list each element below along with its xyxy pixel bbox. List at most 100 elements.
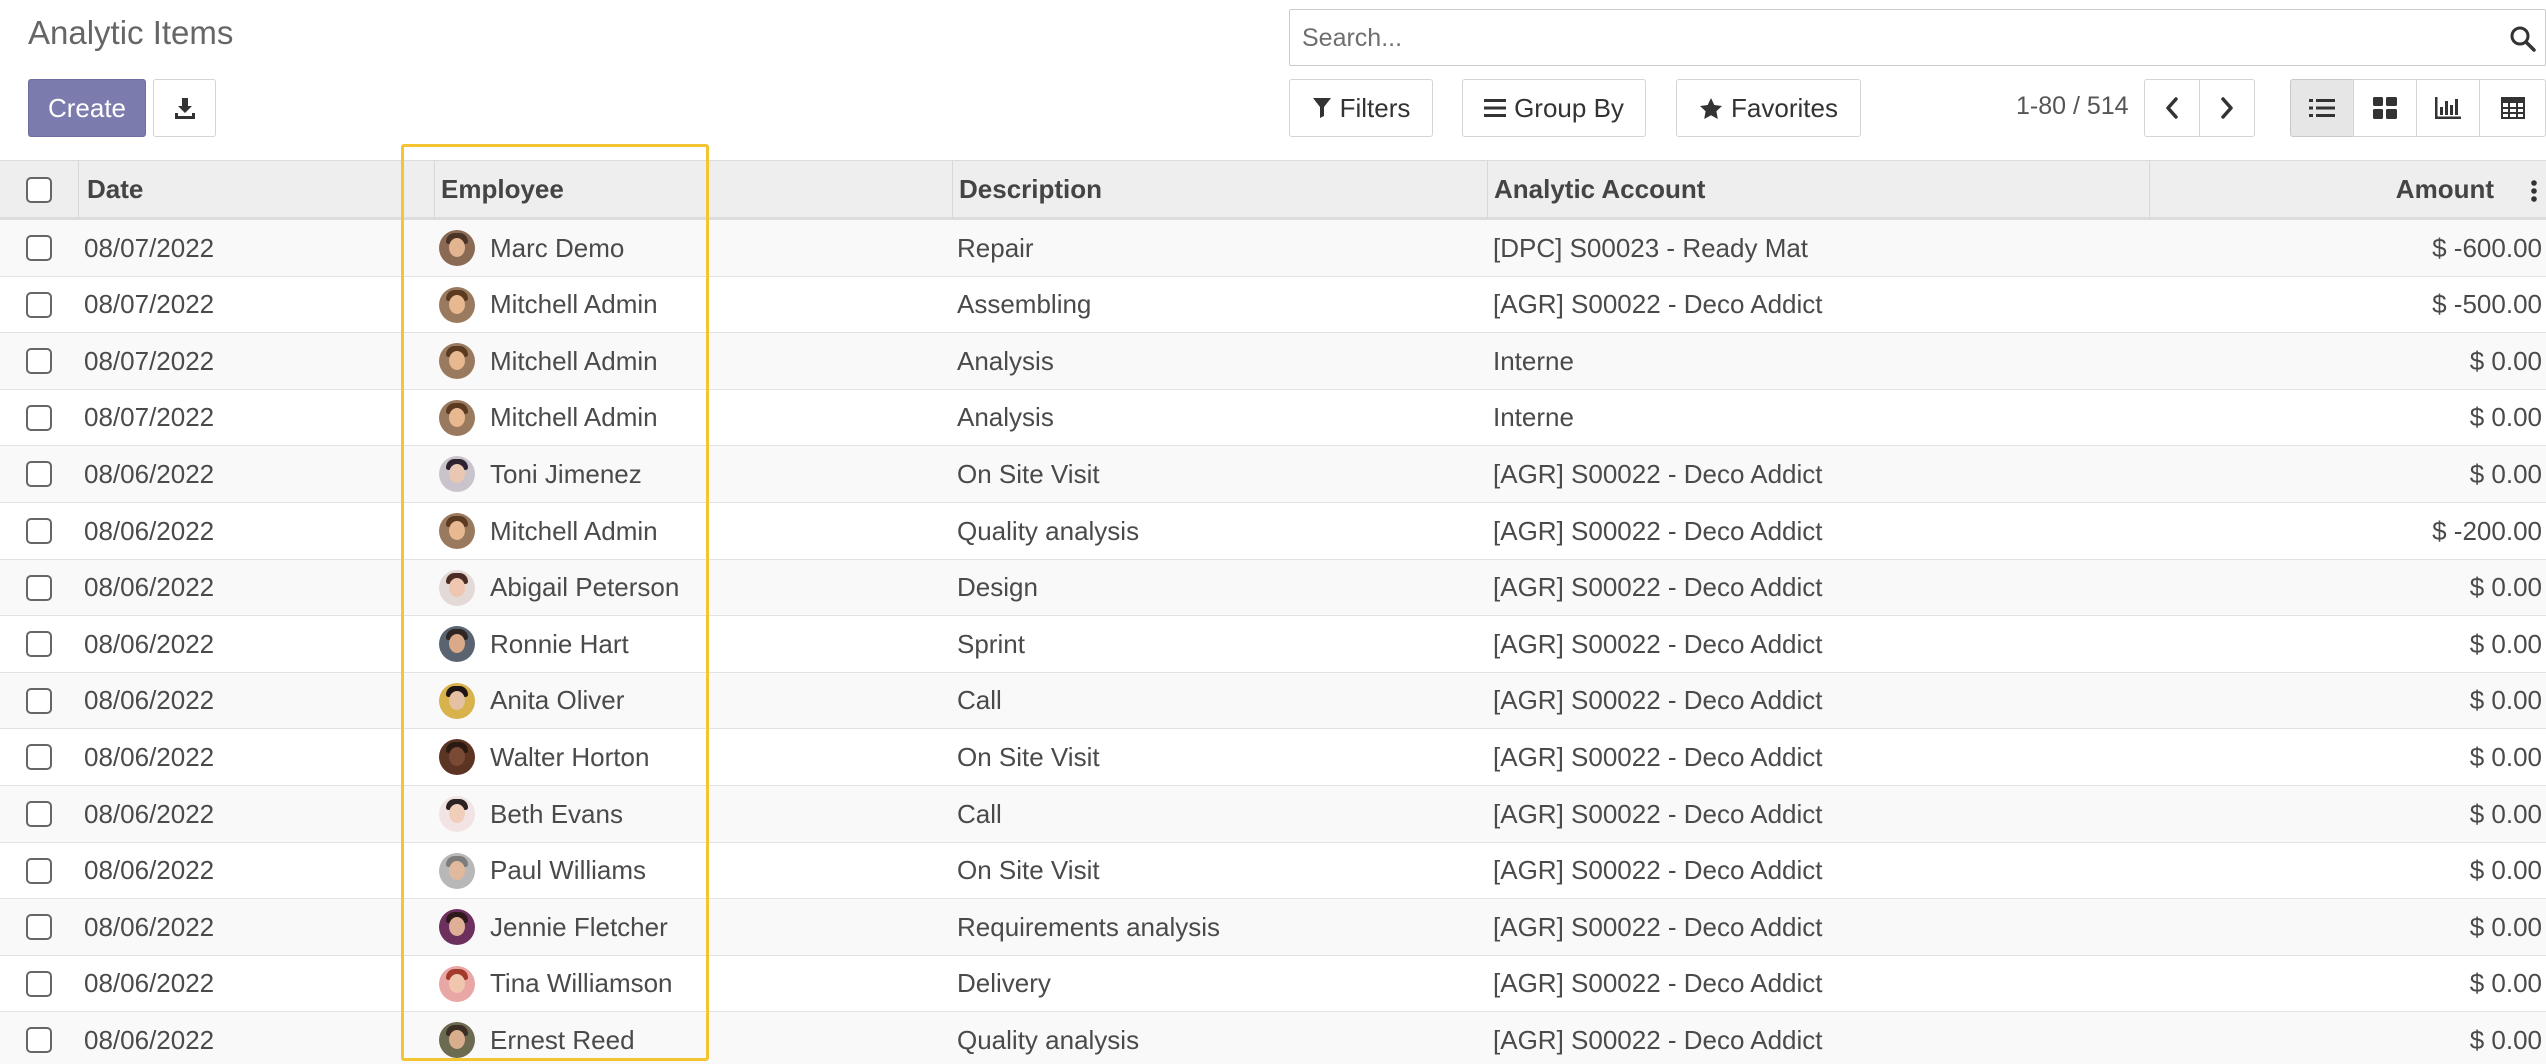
table-row[interactable]: 08/06/2022 Tina Williamson Delivery [AGR] S… [0, 956, 2546, 1013]
row-checkbox[interactable] [26, 857, 52, 884]
description-value: On Site Visit [957, 855, 1100, 886]
list-view-button[interactable] [2290, 79, 2354, 137]
pager-next-button[interactable] [2199, 79, 2255, 137]
favorites-label: Favorites [1731, 92, 1838, 123]
kanban-icon [2373, 97, 2397, 119]
table-row[interactable]: 08/07/2022 Mitchell Admin Analysis Interne $… [0, 390, 2546, 447]
export-button[interactable] [153, 79, 216, 137]
employee-avatar [439, 1022, 475, 1059]
group-by-button[interactable]: Group By [1462, 79, 1646, 137]
analytic-account-value: Interne [1493, 402, 1574, 433]
employee-name: Ernest Reed [490, 1024, 635, 1055]
table-row[interactable]: 08/06/2022 Ernest Reed Quality analysis [AG… [0, 1012, 2546, 1064]
analytic-account-value: [DPC] S00023 - Ready Mat [1493, 232, 1809, 263]
table-row[interactable]: 08/06/2022 Ronnie Hart Sprint [AGR] S00022 … [0, 616, 2546, 673]
select-all-checkbox[interactable] [26, 176, 52, 203]
table-row[interactable]: 08/06/2022 Paul Williams On Site Visit [AGR… [0, 843, 2546, 900]
date-value: 08/06/2022 [84, 515, 215, 546]
create-button[interactable]: Create [28, 79, 146, 137]
analytic-account-value: [AGR] S00022 - Deco Addict [1493, 289, 1823, 320]
row-checkbox[interactable] [26, 235, 52, 261]
row-select-cell [0, 843, 78, 899]
row-select-cell [0, 220, 78, 276]
graph-view-button[interactable] [2416, 79, 2480, 137]
employee-name: Toni Jimenez [490, 458, 642, 489]
description-cell: Quality analysis [952, 1012, 1487, 1064]
column-header-date[interactable]: Date [78, 161, 434, 218]
row-checkbox[interactable] [26, 518, 52, 544]
column-header-analytic-account[interactable]: Analytic Account [1487, 161, 2149, 218]
row-select-cell [0, 503, 78, 559]
employee-avatar [439, 852, 475, 889]
row-checkbox[interactable] [26, 914, 52, 941]
table-row[interactable]: 08/06/2022 Anita Oliver Call [AGR] S00022 -… [0, 672, 2546, 730]
row-select-cell [0, 560, 78, 616]
amount-value: $ 0.00 [2469, 345, 2542, 376]
page-title: Analytic Items [28, 14, 234, 51]
bar-chart-icon [2435, 97, 2461, 119]
row-checkbox[interactable] [26, 631, 52, 658]
description-value: On Site Visit [957, 741, 1100, 772]
row-checkbox[interactable] [26, 801, 52, 827]
row-select-cell [0, 446, 78, 502]
optional-columns-toggle[interactable] [2530, 179, 2538, 203]
table-row[interactable]: 08/06/2022 Toni Jimenez On Site Visit [AGR]… [0, 446, 2546, 503]
analytic-account-cell: [AGR] S00022 - Deco Addict [1487, 956, 2149, 1012]
description-cell: Quality analysis [952, 503, 1487, 559]
table-row[interactable]: 08/06/2022 Abigail Peterson Design [AGR] S0… [0, 559, 2546, 617]
employee-cell: Paul Williams [434, 843, 952, 899]
row-checkbox[interactable] [26, 404, 52, 431]
row-checkbox[interactable] [26, 687, 52, 714]
date-value: 08/07/2022 [84, 402, 215, 433]
date-cell: 08/07/2022 [78, 333, 434, 389]
table-row[interactable]: 08/06/2022 Mitchell Admin Quality analysis… [0, 503, 2546, 560]
row-checkbox[interactable] [26, 970, 52, 997]
amount-value: $ 0.00 [2469, 458, 2542, 489]
date-cell: 08/06/2022 [78, 956, 434, 1012]
pivot-view-button[interactable] [2479, 79, 2546, 137]
row-checkbox[interactable] [26, 461, 52, 488]
analytic-account-cell: [AGR] S00022 - Deco Addict [1487, 899, 2149, 955]
date-value: 08/06/2022 [84, 968, 215, 999]
column-header-amount[interactable]: Amount [2149, 161, 2546, 218]
description-value: Call [957, 798, 1002, 829]
row-checkbox[interactable] [26, 348, 52, 375]
table-row[interactable]: 08/06/2022 Jennie Fletcher Requirements an… [0, 899, 2546, 956]
employee-cell: Ronnie Hart [434, 616, 952, 672]
column-header-employee[interactable]: Employee [434, 161, 952, 218]
pager-value[interactable]: 1-80 / 514 [2016, 92, 2129, 121]
amount-cell: $ 0.00 [2149, 673, 2546, 729]
date-value: 08/06/2022 [84, 458, 215, 489]
filters-button[interactable]: Filters [1289, 79, 1433, 137]
employee-avatar [439, 739, 475, 776]
table-row[interactable]: 08/06/2022 Beth Evans Call [AGR] S00022 - D… [0, 786, 2546, 843]
row-checkbox[interactable] [26, 574, 52, 601]
pager-previous-button[interactable] [2144, 79, 2200, 137]
row-checkbox[interactable] [26, 291, 52, 318]
amount-cell: $ 0.00 [2149, 560, 2546, 616]
table-row[interactable]: 08/07/2022 Mitchell Admin Analysis Interne $… [0, 333, 2546, 390]
employee-cell: Mitchell Admin [434, 277, 952, 333]
column-header-amount-label: Amount [2395, 174, 2494, 204]
analytic-account-value: [AGR] S00022 - Deco Addict [1493, 685, 1823, 716]
column-header-description[interactable]: Description [952, 161, 1487, 218]
search-input[interactable] [1302, 20, 2482, 56]
table-row[interactable]: 08/07/2022 Mitchell Admin Assembling [AGR] … [0, 277, 2546, 334]
date-value: 08/07/2022 [84, 345, 215, 376]
favorites-button[interactable]: Favorites [1676, 79, 1861, 137]
analytic-account-value: [AGR] S00022 - Deco Addict [1493, 741, 1823, 772]
row-checkbox[interactable] [26, 744, 52, 771]
amount-value: $ -200.00 [2432, 515, 2542, 546]
amount-value: $ 0.00 [2469, 1024, 2542, 1055]
search-icon[interactable] [2509, 25, 2537, 53]
employee-avatar [439, 513, 475, 549]
table-row[interactable]: 08/07/2022 Marc Demo Repair [DPC] S00023 - … [0, 220, 2546, 277]
employee-name: Walter Horton [490, 741, 650, 772]
description-cell: On Site Visit [952, 729, 1487, 785]
row-checkbox[interactable] [26, 1027, 52, 1054]
date-value: 08/07/2022 [84, 289, 215, 320]
amount-value: $ 0.00 [2469, 402, 2542, 433]
kanban-view-button[interactable] [2353, 79, 2417, 137]
table-row[interactable]: 08/06/2022 Walter Horton On Site Visit [AGR… [0, 729, 2546, 786]
employee-cell: Jennie Fletcher [434, 899, 952, 955]
